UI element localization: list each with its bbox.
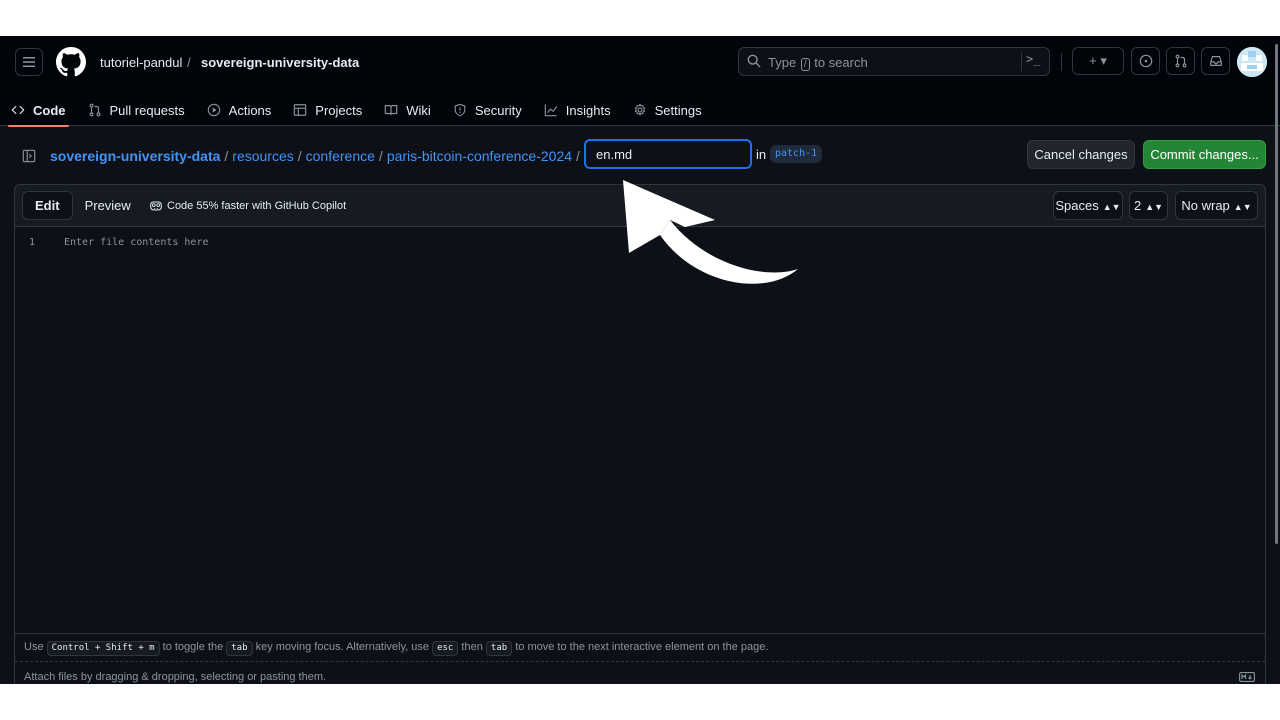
- tab-pull-requests[interactable]: Pull requests: [77, 94, 196, 126]
- attach-text: Attach files by dragging & dropping, sel…: [24, 671, 327, 683]
- breadcrumb-repo-link[interactable]: sovereign-university-data: [50, 148, 220, 164]
- tab-settings[interactable]: Settings: [622, 94, 713, 126]
- copilot-promo-link[interactable]: Code 55% faster with GitHub Copilot: [149, 199, 346, 212]
- select-caret-icon: ▲▼: [1102, 202, 1121, 212]
- book-icon: [385, 105, 398, 115]
- breadcrumb-separator: /: [378, 148, 383, 164]
- indent-mode-value: Spaces: [1055, 198, 1099, 213]
- cancel-changes-button[interactable]: Cancel changes: [1027, 140, 1135, 169]
- repo-owner-link[interactable]: tutoriel-pandul: [100, 55, 182, 70]
- annotation-arrow-icon: [623, 180, 798, 284]
- line-number: 1: [29, 237, 36, 248]
- pull-request-icon: [89, 103, 100, 117]
- tab-security-label: Security: [474, 102, 522, 118]
- inbox-button[interactable]: [1201, 47, 1230, 75]
- markdown-icon: [1239, 672, 1255, 682]
- search-placeholder: Type / to search: [768, 55, 868, 71]
- tab-settings-label: Settings: [654, 102, 702, 118]
- breadcrumb-separator: /: [576, 148, 580, 164]
- pull-request-icon: [1175, 54, 1186, 68]
- inbox-icon: [1209, 56, 1222, 66]
- in-label: in: [756, 147, 767, 162]
- tab-wiki[interactable]: Wiki: [373, 94, 442, 126]
- search-icon: [747, 54, 761, 68]
- search-prefix: Type: [768, 55, 797, 70]
- search-shortcut-key: /: [800, 58, 810, 71]
- file-path-bar: sovereign-university-data / resources / …: [0, 139, 1280, 175]
- file-attach-area[interactable]: Attach files by dragging & dropping, sel…: [15, 661, 1265, 684]
- tab-wiki-label: Wiki: [406, 102, 431, 118]
- shield-icon: [454, 103, 466, 117]
- breadcrumb-folder-link[interactable]: paris-bitcoin-conference-2024: [387, 148, 572, 164]
- breadcrumb-resources-link[interactable]: resources: [232, 148, 293, 164]
- tab-insights-label: Insights: [565, 102, 611, 118]
- branch-badge: patch-1: [770, 145, 823, 163]
- repo-name-link[interactable]: sovereign-university-data: [201, 55, 359, 70]
- tab-actions-label: Actions: [228, 102, 272, 118]
- tab-code-label: Code: [33, 102, 66, 118]
- issues-button[interactable]: [1131, 47, 1160, 75]
- shortcut-key: Control + Shift + m: [46, 641, 160, 656]
- breadcrumb: sovereign-university-data / resources / …: [50, 148, 584, 164]
- user-avatar[interactable]: [1237, 47, 1267, 77]
- github-editor-window: tutoriel-pandul / sovereign-university-d…: [0, 36, 1280, 684]
- select-caret-icon: ▲▼: [1233, 202, 1252, 212]
- tab-pull-requests-label: Pull requests: [109, 102, 185, 118]
- search-suffix: to search: [814, 55, 868, 70]
- tab-actions[interactable]: Actions: [196, 94, 283, 126]
- issue-circle-icon: [1139, 54, 1152, 68]
- filename-input[interactable]: [584, 139, 752, 169]
- editor-placeholder: Enter file contents here: [64, 237, 209, 248]
- editor-tabs: Edit Preview: [22, 191, 143, 220]
- indent-size-select[interactable]: 2 ▲▼: [1129, 191, 1168, 220]
- page-scrollbar[interactable]: [1275, 44, 1278, 544]
- sidebar-toggle-icon[interactable]: [22, 149, 36, 163]
- breadcrumb-separator: /: [224, 148, 229, 164]
- code-icon: [11, 105, 25, 115]
- menu-button[interactable]: [15, 48, 43, 76]
- command-palette-icon[interactable]: >_: [1021, 52, 1043, 71]
- tab-key: tab: [485, 641, 513, 656]
- tab-security[interactable]: Security: [442, 94, 533, 126]
- copilot-promo-text: Code 55% faster with GitHub Copilot: [167, 199, 347, 212]
- commit-changes-button[interactable]: Commit changes...: [1143, 140, 1266, 169]
- tab-code[interactable]: Code: [0, 94, 77, 127]
- help-move: to move to the next interactive element …: [515, 641, 769, 653]
- tab-insights[interactable]: Insights: [533, 94, 622, 126]
- tab-projects-label: Projects: [315, 102, 363, 118]
- indent-mode-select[interactable]: Spaces ▲▼: [1053, 191, 1123, 220]
- repo-nav: Code Pull requests Actions Projects Wiki…: [0, 94, 713, 127]
- wrap-mode-value: No wrap: [1181, 198, 1230, 213]
- tab-projects[interactable]: Projects: [282, 94, 373, 126]
- wrap-mode-select[interactable]: No wrap ▲▼: [1175, 191, 1258, 220]
- breadcrumb-separator: /: [297, 148, 302, 164]
- search-input[interactable]: Type / to search >_: [738, 47, 1050, 76]
- breadcrumb-conference-link[interactable]: conference: [306, 148, 375, 164]
- help-then: then: [461, 641, 483, 653]
- pull-requests-button[interactable]: [1166, 47, 1195, 75]
- tab-preview[interactable]: Preview: [73, 191, 143, 220]
- header-divider: [1061, 53, 1062, 71]
- github-logo-icon[interactable]: [56, 47, 86, 77]
- keyboard-help-text: Use Control + Shift + m to toggle the ta…: [15, 633, 1265, 661]
- help-use: Use: [24, 641, 44, 653]
- create-new-button[interactable]: + ▾: [1072, 47, 1124, 75]
- help-focus: key moving focus. Alternatively, use: [255, 641, 430, 653]
- repo-separator: /: [187, 55, 191, 70]
- help-toggle: to toggle the: [162, 641, 224, 653]
- tab-key: tab: [226, 641, 253, 656]
- graph-icon: [544, 104, 557, 117]
- select-caret-icon: ▲▼: [1145, 202, 1164, 212]
- tab-edit[interactable]: Edit: [22, 191, 73, 220]
- gear-icon: [634, 103, 645, 116]
- esc-key: esc: [432, 641, 459, 656]
- hamburger-icon: [23, 57, 35, 67]
- play-icon: [207, 103, 220, 117]
- copilot-icon: [150, 201, 162, 211]
- indent-size-value: 2: [1133, 198, 1142, 213]
- global-header: tutoriel-pandul / sovereign-university-d…: [0, 36, 1280, 127]
- table-icon: [294, 104, 307, 116]
